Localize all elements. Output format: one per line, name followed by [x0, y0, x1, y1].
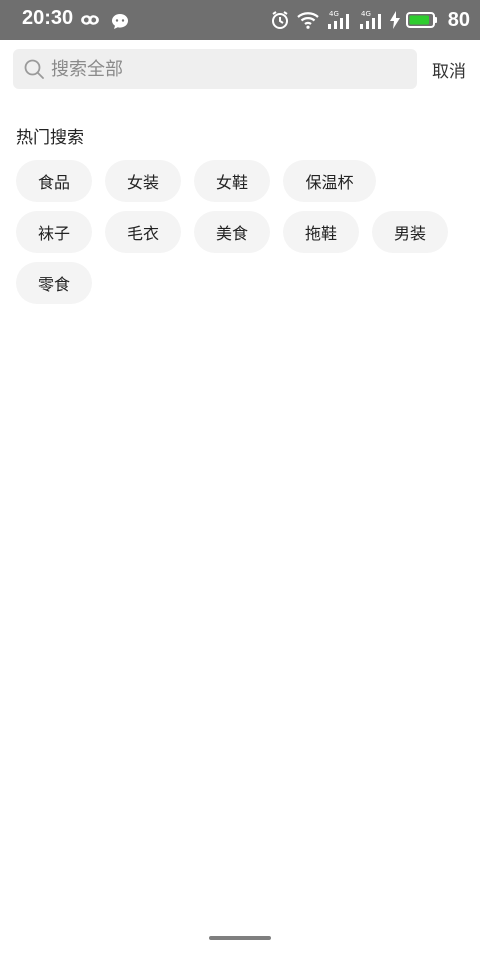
signal-strength-2-icon: 4G — [359, 10, 381, 29]
hot-search-tag[interactable]: 袜子 — [16, 211, 92, 253]
hot-search-title: 热门搜索 — [16, 128, 84, 148]
status-right-group: 4G 4G 80 — [270, 0, 470, 40]
status-bar: 20:30 4G 4G 80 — [0, 0, 480, 40]
signal-strength-icon: 4G — [327, 10, 349, 29]
signal-1-label: 4G — [329, 10, 339, 18]
status-time: 20:30 — [22, 7, 74, 29]
cancel-button[interactable]: 取消 — [432, 57, 466, 82]
search-icon — [24, 59, 44, 79]
hot-search-tag[interactable]: 保温杯 — [283, 160, 376, 202]
hot-search-tag[interactable]: 拖鞋 — [283, 211, 359, 253]
hot-search-tag[interactable]: 男装 — [372, 211, 448, 253]
chat-bubble-icon — [112, 14, 128, 29]
infinity-icon — [81, 15, 99, 25]
tag-row: 零食 — [16, 262, 466, 304]
hot-search-tag[interactable]: 零食 — [16, 262, 92, 304]
home-indicator[interactable] — [209, 936, 271, 940]
hot-search-tag[interactable]: 女装 — [105, 160, 181, 202]
hot-search-tags: 食品 女装 女鞋 保温杯 袜子 毛衣 美食 拖鞋 男装 零食 — [16, 160, 466, 313]
hot-search-tag[interactable]: 美食 — [194, 211, 270, 253]
wifi-icon — [297, 12, 319, 29]
search-box[interactable] — [13, 49, 417, 89]
hot-search-tag[interactable]: 女鞋 — [194, 160, 270, 202]
battery-percent: 80 — [447, 8, 470, 31]
signal-2-label: 4G — [361, 10, 371, 18]
battery-icon — [405, 12, 437, 28]
tag-row: 袜子 毛衣 美食 拖鞋 男装 — [16, 211, 466, 253]
hot-search-tag[interactable]: 毛衣 — [105, 211, 181, 253]
search-input[interactable] — [51, 49, 411, 89]
search-bar: 取消 — [0, 40, 480, 100]
alarm-clock-icon — [271, 11, 288, 29]
charging-bolt-icon — [389, 11, 400, 29]
tag-row: 食品 女装 女鞋 保温杯 — [16, 160, 466, 202]
hot-search-tag[interactable]: 食品 — [16, 160, 92, 202]
